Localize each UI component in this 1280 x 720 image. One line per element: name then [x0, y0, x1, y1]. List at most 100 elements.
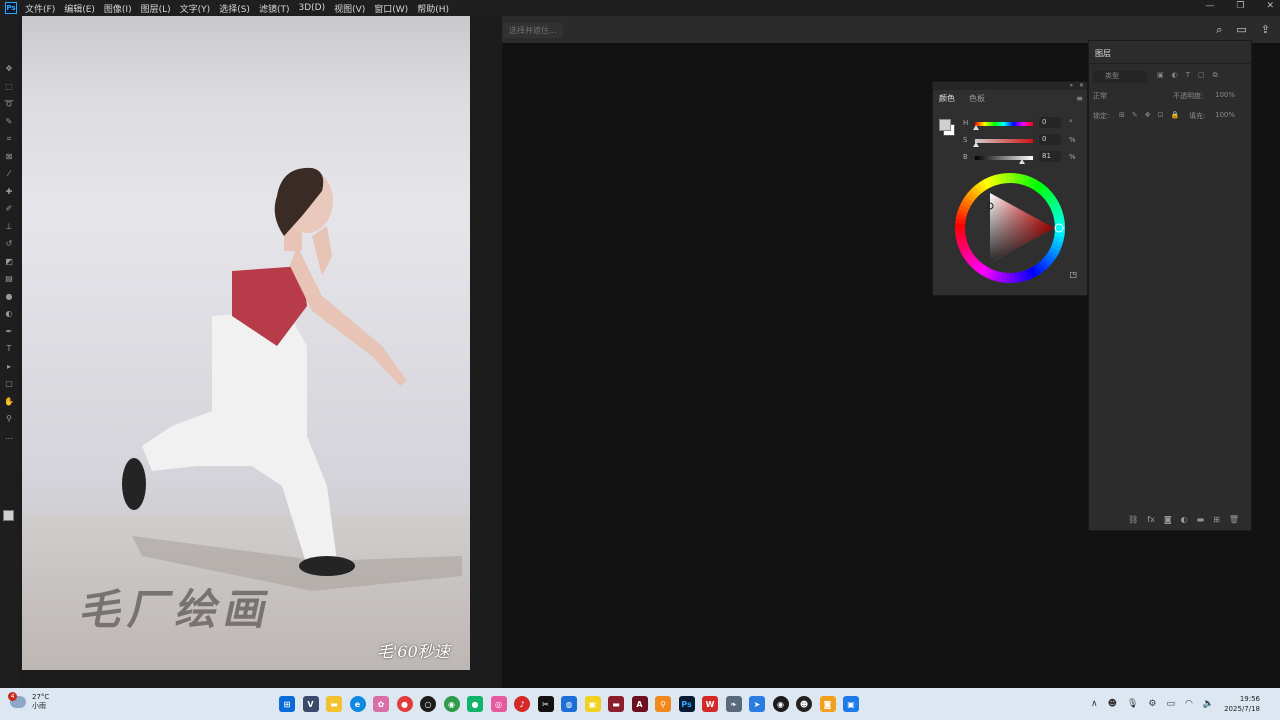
- shape-tool-icon[interactable]: ▢: [0, 375, 18, 393]
- fx-icon[interactable]: fx: [1147, 515, 1155, 524]
- menu-file[interactable]: 文件(F): [25, 2, 55, 15]
- blend-mode-select[interactable]: 正常: [1093, 91, 1163, 103]
- menu-filter[interactable]: 滤镜(T): [259, 2, 290, 15]
- move-tool-icon[interactable]: ✥: [0, 60, 18, 78]
- filter-smart-icon[interactable]: ⧉: [1213, 71, 1218, 83]
- link-icon[interactable]: ⛓: [1128, 515, 1138, 524]
- qq-icon[interactable]: ☻: [796, 696, 812, 712]
- restore-button[interactable]: ❐: [1236, 1, 1244, 11]
- chrome-browser-icon[interactable]: ◉: [443, 696, 460, 712]
- trash-icon[interactable]: 🗑: [1229, 515, 1239, 524]
- brightness-slider[interactable]: B 81 %: [963, 151, 1083, 164]
- menu-type[interactable]: 文字(Y): [180, 2, 211, 15]
- folder-icon[interactable]: ▬: [1197, 515, 1205, 524]
- panel-close-icon[interactable]: ✕: [1079, 82, 1084, 89]
- foreground-color-swatch[interactable]: [3, 510, 14, 521]
- app-camera-icon[interactable]: ◎: [490, 696, 507, 712]
- app-magnifier-icon[interactable]: ⚲: [655, 696, 671, 712]
- start-icon[interactable]: ⊞: [279, 696, 295, 712]
- stamp-tool-icon[interactable]: ⊥: [0, 218, 18, 236]
- quick-select-tool-icon[interactable]: ✎: [0, 113, 18, 131]
- crop-tool-icon[interactable]: ⌗: [0, 130, 18, 148]
- app-vscode-icon[interactable]: V: [302, 696, 319, 712]
- lock-image-icon[interactable]: ✎: [1132, 111, 1138, 123]
- brightness-value[interactable]: 81: [1039, 151, 1061, 162]
- healing-brush-tool-icon[interactable]: ✚: [0, 183, 18, 201]
- wechat-icon[interactable]: ●: [467, 696, 483, 712]
- lock-all-icon[interactable]: 🔒: [1171, 111, 1180, 123]
- adjustment-icon[interactable]: ◐: [1181, 515, 1188, 524]
- file-explorer-icon[interactable]: ▬: [326, 696, 342, 712]
- panel-menu-icon[interactable]: ≡: [1076, 94, 1083, 103]
- app-yellow-icon[interactable]: ▣: [584, 696, 601, 712]
- tray-settings-icon[interactable]: ⚙: [1148, 699, 1156, 709]
- foreground-color-chip[interactable]: [939, 119, 951, 131]
- filter-pixel-icon[interactable]: ▣: [1157, 71, 1164, 83]
- filter-type-icon[interactable]: T: [1186, 71, 1190, 83]
- app-red-icon[interactable]: ▬: [608, 696, 624, 712]
- app-orange-icon[interactable]: ◙: [819, 696, 836, 712]
- tray-qq-icon[interactable]: ☻: [1108, 699, 1117, 709]
- workspace-icon[interactable]: ▭: [1236, 23, 1246, 37]
- blur-tool-icon[interactable]: ●: [0, 288, 18, 306]
- layer-filter-input[interactable]: 类型: [1093, 71, 1147, 83]
- eyedropper-tool-icon[interactable]: ⁄: [0, 165, 18, 183]
- fill-input[interactable]: 100%: [1215, 111, 1235, 123]
- hue-slider[interactable]: H 0 °: [963, 117, 1083, 130]
- app-blue-icon[interactable]: ◍: [561, 696, 577, 712]
- minimize-button[interactable]: —: [1205, 1, 1214, 11]
- app-search-icon[interactable]: ○: [420, 696, 436, 712]
- eraser-tool-icon[interactable]: ◩: [0, 253, 18, 271]
- lock-position-icon[interactable]: ✥: [1145, 111, 1151, 123]
- netease-music-icon[interactable]: ♪: [514, 696, 530, 712]
- display-icon[interactable]: ▭: [1167, 699, 1176, 709]
- search-icon[interactable]: ⌕: [1216, 23, 1222, 37]
- capcut-icon[interactable]: ✂: [537, 696, 554, 712]
- network-icon[interactable]: ◠: [1185, 699, 1193, 709]
- select-and-mask-button[interactable]: 选择并遮住...: [503, 23, 563, 38]
- color-wheel[interactable]: [933, 170, 1087, 290]
- hand-tool-icon[interactable]: ✋: [0, 393, 18, 411]
- app-record-icon[interactable]: ●: [396, 696, 413, 712]
- history-brush-tool-icon[interactable]: ↺: [0, 235, 18, 253]
- lasso-tool-icon[interactable]: ➰: [0, 95, 18, 113]
- gradient-tool-icon[interactable]: ▤: [0, 270, 18, 288]
- type-tool-icon[interactable]: T: [0, 340, 18, 358]
- mask-icon[interactable]: ◙: [1164, 515, 1172, 524]
- share-icon[interactable]: ⇪: [1261, 23, 1270, 37]
- saturation-value[interactable]: 0: [1039, 134, 1061, 145]
- menu-view[interactable]: 视图(V): [334, 2, 365, 15]
- app-leaf-icon[interactable]: ❧: [725, 696, 742, 712]
- marquee-tool-icon[interactable]: ⬚: [0, 78, 18, 96]
- app-colorful-icon[interactable]: ✿: [373, 696, 389, 712]
- collapse-icon[interactable]: »: [1069, 82, 1073, 89]
- volume-icon[interactable]: 🔈: [1203, 699, 1214, 709]
- menu-select[interactable]: 选择(S): [219, 2, 250, 15]
- menu-3d[interactable]: 3D(D): [298, 3, 325, 13]
- pen-tool-icon[interactable]: ✒: [0, 323, 18, 341]
- app-adobe-icon[interactable]: A: [631, 696, 648, 712]
- path-select-tool-icon[interactable]: ▸: [0, 358, 18, 376]
- menu-window[interactable]: 窗口(W): [374, 2, 408, 15]
- hue-value[interactable]: 0: [1039, 117, 1061, 128]
- tab-swatches[interactable]: 色板: [969, 93, 985, 104]
- lock-transparent-icon[interactable]: ⊞: [1119, 111, 1125, 123]
- wps-icon[interactable]: W: [702, 696, 718, 712]
- menu-help[interactable]: 帮助(H): [417, 2, 449, 15]
- clock[interactable]: 19:56 2025/7/18: [1224, 694, 1260, 714]
- menu-layer[interactable]: 图层(L): [141, 2, 171, 15]
- dodge-tool-icon[interactable]: ◐: [0, 305, 18, 323]
- zoom-tool-icon[interactable]: ⚲: [0, 410, 18, 428]
- tray-chevron-icon[interactable]: ∧: [1091, 699, 1098, 709]
- edge-browser-icon[interactable]: e: [349, 696, 366, 712]
- lock-artboard-icon[interactable]: ⊡: [1158, 111, 1164, 123]
- app-badge-icon[interactable]: ▣: [843, 696, 859, 712]
- photoshop-logo-icon[interactable]: Ps: [5, 2, 17, 14]
- app-arrow-icon[interactable]: ➤: [749, 696, 765, 712]
- filter-adjust-icon[interactable]: ◐: [1172, 71, 1178, 83]
- photoshop-taskbar-icon[interactable]: Ps: [678, 696, 695, 712]
- new-layer-icon[interactable]: ⊞: [1213, 515, 1220, 524]
- document-image[interactable]: 毛厂绘画 毛'60秒速: [22, 16, 470, 670]
- more-tools-icon[interactable]: …: [0, 428, 18, 446]
- filter-shape-icon[interactable]: ▢: [1198, 71, 1205, 83]
